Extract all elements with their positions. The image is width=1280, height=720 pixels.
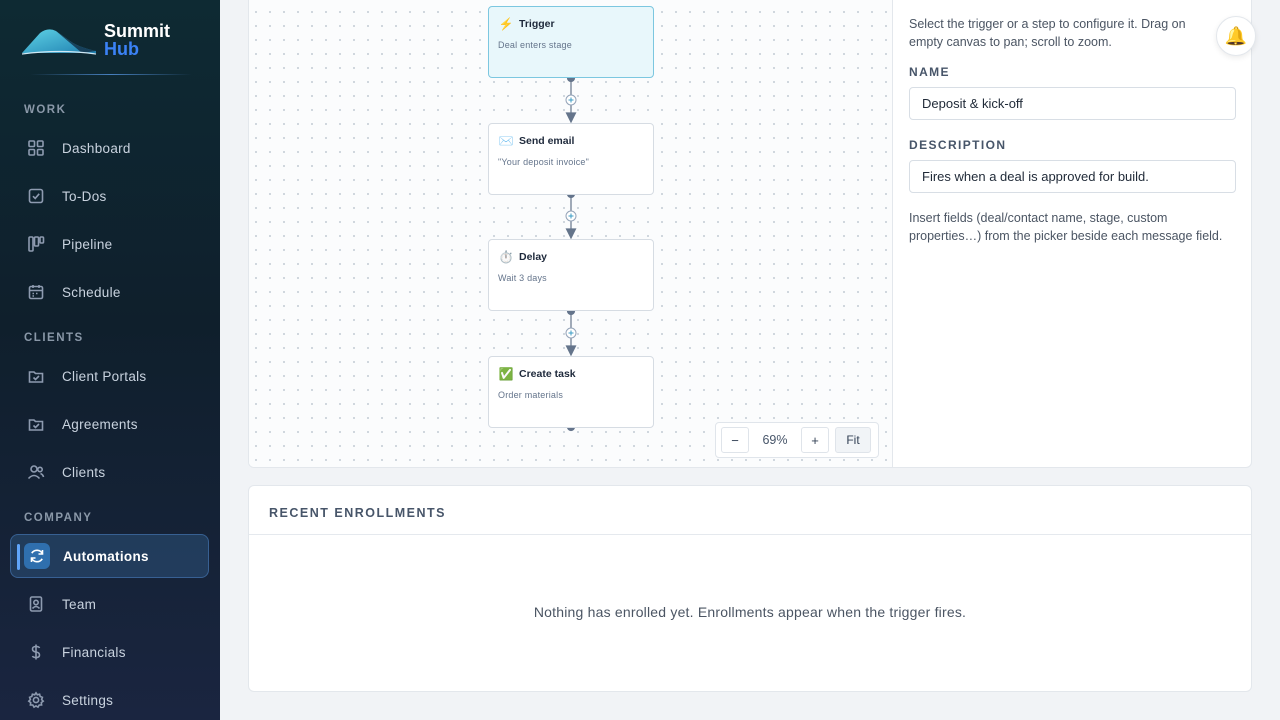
flow-node-create-task[interactable]: ✅ Create task Order materials bbox=[488, 356, 654, 428]
kanban-icon bbox=[25, 233, 47, 255]
sidebar-item-todos[interactable]: To-Dos bbox=[10, 174, 209, 218]
stopwatch-icon: ⏱️ bbox=[498, 250, 514, 264]
sidebar-item-client-portals[interactable]: Client Portals bbox=[10, 354, 209, 398]
sidebar-item-label: Schedule bbox=[62, 284, 121, 300]
brand-name: Summit bbox=[104, 21, 171, 41]
add-step-button[interactable] bbox=[565, 210, 577, 222]
sidebar-item-agreements[interactable]: Agreements bbox=[10, 402, 209, 446]
name-label: NAME bbox=[909, 65, 950, 79]
sidebar-item-team[interactable]: Team bbox=[10, 582, 209, 626]
section-label-company: COMPANY bbox=[24, 512, 93, 524]
section-label-work: WORK bbox=[24, 104, 67, 116]
sidebar-item-label: Financials bbox=[62, 644, 126, 660]
description-input[interactable] bbox=[909, 160, 1236, 193]
sidebar-item-label: Dashboard bbox=[62, 140, 131, 156]
node-title: Trigger bbox=[519, 18, 555, 30]
zoom-controls: − 69% + Fit bbox=[715, 422, 879, 458]
sidebar-item-label: Clients bbox=[62, 464, 106, 480]
node-subtitle: Deal enters stage bbox=[498, 40, 572, 50]
document-check-icon bbox=[25, 413, 47, 435]
sidebar-item-automations[interactable]: Automations bbox=[10, 534, 209, 578]
sidebar-item-financials[interactable]: Financials bbox=[10, 630, 209, 674]
flow-node-trigger[interactable]: ⚡ Trigger Deal enters stage bbox=[488, 6, 654, 78]
node-subtitle: Wait 3 days bbox=[498, 273, 547, 283]
node-title: Create task bbox=[519, 368, 576, 380]
sidebar: Summit Hub WORK Dashboard To-Dos Pipelin… bbox=[0, 0, 220, 720]
add-step-button[interactable] bbox=[565, 327, 577, 339]
name-input[interactable] bbox=[909, 87, 1236, 120]
sidebar-item-clients[interactable]: Clients bbox=[10, 450, 209, 494]
sidebar-item-schedule[interactable]: Schedule bbox=[10, 270, 209, 314]
description-label: DESCRIPTION bbox=[909, 138, 1007, 152]
sidebar-item-label: To-Dos bbox=[62, 188, 107, 204]
mountain-logo-icon bbox=[22, 29, 97, 55]
sidebar-item-label: Team bbox=[62, 596, 97, 612]
sidebar-item-label: Agreements bbox=[62, 416, 138, 432]
sidebar-item-label: Settings bbox=[62, 692, 114, 708]
check-mark-icon: ✅ bbox=[498, 367, 514, 381]
brand-divider bbox=[30, 74, 192, 75]
recent-enrollments-title: RECENT ENROLLMENTS bbox=[249, 486, 1251, 535]
sidebar-item-settings[interactable]: Settings bbox=[10, 678, 209, 720]
sidebar-item-label: Pipeline bbox=[62, 236, 113, 252]
node-subtitle: "Your deposit invoice" bbox=[498, 157, 590, 167]
brand-subname: Hub bbox=[104, 39, 139, 59]
config-panel: Select the trigger or a step to configur… bbox=[892, 0, 1251, 467]
sidebar-item-dashboard[interactable]: Dashboard bbox=[10, 126, 209, 170]
grid-icon bbox=[25, 137, 47, 159]
sidebar-item-pipeline[interactable]: Pipeline bbox=[10, 222, 209, 266]
badge-icon bbox=[25, 593, 47, 615]
brand-logo[interactable]: Summit Hub bbox=[22, 22, 170, 58]
checkbox-icon bbox=[25, 185, 47, 207]
dollar-icon bbox=[25, 641, 47, 663]
sidebar-item-label: Automations bbox=[63, 548, 149, 564]
flow-node-send-email[interactable]: ✉️ Send email "Your deposit invoice" bbox=[488, 123, 654, 195]
sidebar-item-label: Client Portals bbox=[62, 368, 147, 384]
empty-state-message: Nothing has enrolled yet. Enrollments ap… bbox=[533, 604, 967, 620]
flow-canvas[interactable]: ⚡ Trigger Deal enters stage ✉️ Send email … bbox=[249, 0, 892, 467]
zoom-level: 69% bbox=[762, 433, 788, 447]
node-title: Send email bbox=[519, 135, 575, 147]
gear-icon bbox=[25, 689, 47, 711]
add-step-button[interactable] bbox=[565, 94, 577, 106]
automation-builder: ⚡ Trigger Deal enters stage ✉️ Send email … bbox=[248, 0, 1252, 468]
zoom-in-button[interactable]: + bbox=[801, 427, 829, 453]
users-icon bbox=[25, 461, 47, 483]
bell-icon[interactable]: 🔔 bbox=[1216, 16, 1256, 56]
portal-icon bbox=[25, 365, 47, 387]
zoom-out-button[interactable]: − bbox=[721, 427, 749, 453]
node-title: Delay bbox=[519, 251, 548, 263]
recent-enrollments-card: RECENT ENROLLMENTS Nothing has enrolled … bbox=[248, 485, 1252, 692]
fields-help-text: Insert fields (deal/contact name, stage,… bbox=[909, 211, 1223, 243]
calendar-icon bbox=[25, 281, 47, 303]
lightning-icon: ⚡ bbox=[498, 17, 514, 31]
node-subtitle: Order materials bbox=[498, 390, 564, 400]
envelope-icon: ✉️ bbox=[498, 134, 514, 148]
fit-button[interactable]: Fit bbox=[835, 427, 871, 453]
panel-hint: Select the trigger or a step to configur… bbox=[909, 17, 1186, 49]
flow-node-delay[interactable]: ⏱️ Delay Wait 3 days bbox=[488, 239, 654, 311]
refresh-icon bbox=[24, 543, 50, 569]
section-label-clients: CLIENTS bbox=[24, 332, 84, 344]
